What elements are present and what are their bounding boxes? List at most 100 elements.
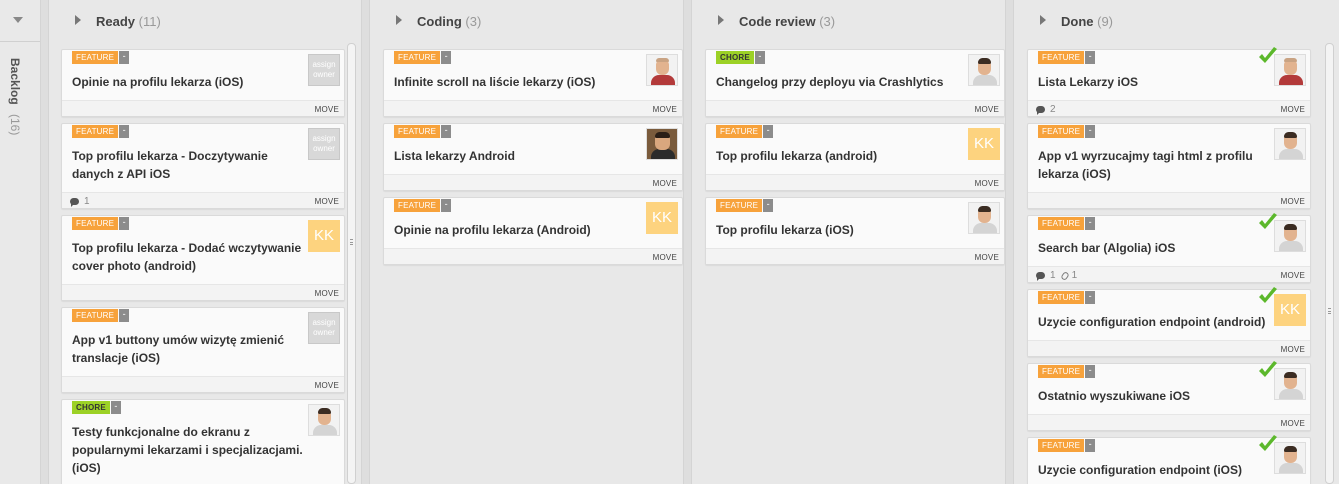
tag-menu-button[interactable]: - — [119, 217, 130, 230]
move-button[interactable]: MOVE — [975, 105, 999, 114]
backlog-toggle[interactable] — [0, 0, 40, 42]
avatar-icon[interactable] — [1274, 128, 1306, 160]
card-title[interactable]: App v1 wyrzucajmy tagi html z profilu le… — [1038, 147, 1268, 183]
tag-menu-button[interactable]: - — [763, 199, 774, 212]
story-type-badge[interactable]: FEATURE — [1038, 291, 1085, 304]
story-type-badge[interactable]: FEATURE — [394, 199, 441, 212]
story-type-badge[interactable]: FEATURE — [1038, 51, 1085, 64]
card-title[interactable]: Top profilu lekarza - Doczytywanie danyc… — [72, 147, 292, 183]
card-title[interactable]: Uzycie configuration endpoint (android) — [1038, 313, 1274, 331]
owner-initials-avatar[interactable]: KK — [646, 202, 678, 234]
card-title[interactable]: App v1 buttony umów wizytę zmienić trans… — [72, 331, 300, 367]
story-type-badge[interactable]: FEATURE — [1038, 365, 1085, 378]
card-title[interactable]: Lista Lekarzy iOS — [1038, 73, 1258, 91]
story-card[interactable]: FEATURE - Opinie na profilu lekarza (Andr… — [383, 197, 683, 265]
card-title[interactable]: Top profilu lekarza - Dodać wczytywanie … — [72, 239, 308, 275]
story-card[interactable]: FEATURE - Search bar (Algolia) iOS 11 MOV… — [1027, 213, 1311, 283]
move-button[interactable]: MOVE — [653, 179, 677, 188]
move-button[interactable]: MOVE — [1281, 197, 1305, 206]
move-button[interactable]: MOVE — [653, 105, 677, 114]
scrollbar[interactable] — [347, 43, 356, 484]
card-title[interactable]: Search bar (Algolia) iOS — [1038, 239, 1258, 257]
card-title[interactable]: Opinie na profilu lekarza (Android) — [394, 221, 634, 239]
comment-count[interactable]: 2 — [1050, 104, 1056, 115]
avatar-icon[interactable] — [646, 54, 678, 86]
assign-owner-button[interactable]: assign owner — [308, 312, 340, 344]
column-header[interactable]: Code review (3) — [692, 0, 1005, 42]
story-card[interactable]: FEATURE - Lista lekarzy Android MOVE — [383, 123, 683, 191]
column-header[interactable]: Coding (3) — [370, 0, 683, 42]
scrollbar[interactable] — [1325, 43, 1334, 484]
story-type-badge[interactable]: FEATURE — [72, 217, 119, 230]
card-title[interactable]: Top profilu lekarza (iOS) — [716, 221, 956, 239]
tag-menu-button[interactable]: - — [441, 125, 452, 138]
card-title[interactable]: Testy funkcjonalne do ekranu z popularny… — [72, 423, 308, 477]
story-card[interactable]: FEATURE - Top profilu lekarza - Dodać wcz… — [61, 215, 345, 301]
story-card[interactable]: FEATURE - Opinie na profilu lekarza (iOS)… — [61, 49, 345, 117]
owner-initials-avatar[interactable]: KK — [308, 220, 340, 252]
avatar-icon[interactable] — [308, 404, 340, 436]
card-title[interactable]: Opinie na profilu lekarza (iOS) — [72, 73, 292, 91]
story-card[interactable]: FEATURE - Top profilu lekarza - Doczytywa… — [61, 123, 345, 209]
comment-count[interactable]: 1 — [1050, 270, 1056, 281]
scrollbar-grip[interactable] — [1328, 308, 1331, 314]
move-button[interactable]: MOVE — [653, 253, 677, 262]
story-type-badge[interactable]: FEATURE — [394, 51, 441, 64]
move-button[interactable]: MOVE — [1281, 345, 1305, 354]
story-card[interactable]: FEATURE - Ostatnio wyszukiwane iOS MOVE — [1027, 361, 1311, 431]
story-type-badge[interactable]: FEATURE — [1038, 439, 1085, 452]
story-card[interactable]: FEATURE - Top profilu lekarza (iOS) MOVE — [705, 197, 1005, 265]
comment-count[interactable]: 1 — [84, 196, 90, 207]
owner-initials-avatar[interactable]: KK — [1274, 294, 1306, 326]
move-button[interactable]: MOVE — [975, 253, 999, 262]
story-card[interactable]: CHORE - Changelog przy deployu via Crashl… — [705, 49, 1005, 117]
avatar-icon[interactable] — [968, 202, 1000, 234]
tag-menu-button[interactable]: - — [119, 309, 130, 322]
move-button[interactable]: MOVE — [1281, 419, 1305, 428]
scrollbar-grip[interactable] — [350, 239, 353, 245]
avatar-icon[interactable] — [646, 128, 678, 160]
story-type-badge[interactable]: CHORE — [716, 51, 754, 64]
story-card[interactable]: FEATURE - Uzycie configuration endpoint (… — [1027, 287, 1311, 357]
tag-menu-button[interactable]: - — [441, 199, 452, 212]
move-button[interactable]: MOVE — [315, 197, 339, 206]
tag-menu-button[interactable]: - — [1085, 125, 1096, 138]
story-type-badge[interactable]: CHORE — [72, 401, 110, 414]
story-card[interactable]: FEATURE - App v1 buttony umów wizytę zmie… — [61, 307, 345, 393]
card-title[interactable]: Ostatnio wyszukiwane iOS — [1038, 387, 1258, 405]
move-button[interactable]: MOVE — [315, 289, 339, 298]
tag-menu-button[interactable]: - — [110, 401, 121, 414]
move-button[interactable]: MOVE — [315, 381, 339, 390]
tag-menu-button[interactable]: - — [119, 125, 130, 138]
move-button[interactable]: MOVE — [315, 105, 339, 114]
card-title[interactable]: Lista lekarzy Android — [394, 147, 634, 165]
story-type-badge[interactable]: FEATURE — [72, 309, 119, 322]
tag-menu-button[interactable]: - — [1085, 51, 1096, 64]
backlog-label[interactable]: Backlog (16) — [8, 58, 22, 135]
story-type-badge[interactable]: FEATURE — [72, 125, 119, 138]
tag-menu-button[interactable]: - — [119, 51, 130, 64]
move-button[interactable]: MOVE — [975, 179, 999, 188]
card-title[interactable]: Infinite scroll na liście lekarzy (iOS) — [394, 73, 634, 91]
tag-menu-button[interactable]: - — [1085, 439, 1096, 452]
story-card[interactable]: FEATURE - Uzycie configuration endpoint (… — [1027, 435, 1311, 484]
story-type-badge[interactable]: FEATURE — [1038, 217, 1085, 230]
avatar-icon[interactable] — [1274, 54, 1306, 86]
attachment-count[interactable]: 1 — [1072, 270, 1078, 281]
story-type-badge[interactable]: FEATURE — [394, 125, 441, 138]
story-type-badge[interactable]: FEATURE — [716, 125, 763, 138]
story-type-badge[interactable]: FEATURE — [1038, 125, 1085, 138]
story-card[interactable]: FEATURE - App v1 wyrzucajmy tagi html z p… — [1027, 123, 1311, 209]
assign-owner-button[interactable]: assign owner — [308, 128, 340, 160]
column-header[interactable]: Ready (11) — [49, 0, 361, 42]
tag-menu-button[interactable]: - — [763, 125, 774, 138]
card-title[interactable]: Top profilu lekarza (android) — [716, 147, 956, 165]
avatar-icon[interactable] — [968, 54, 1000, 86]
story-card[interactable]: FEATURE - Top profilu lekarza (android) K… — [705, 123, 1005, 191]
story-card[interactable]: FEATURE - Infinite scroll na liście lekar… — [383, 49, 683, 117]
column-header[interactable]: Done (9) — [1014, 0, 1339, 42]
tag-menu-button[interactable]: - — [1085, 291, 1096, 304]
owner-initials-avatar[interactable]: KK — [968, 128, 1000, 160]
tag-menu-button[interactable]: - — [754, 51, 765, 64]
story-type-badge[interactable]: FEATURE — [716, 199, 763, 212]
